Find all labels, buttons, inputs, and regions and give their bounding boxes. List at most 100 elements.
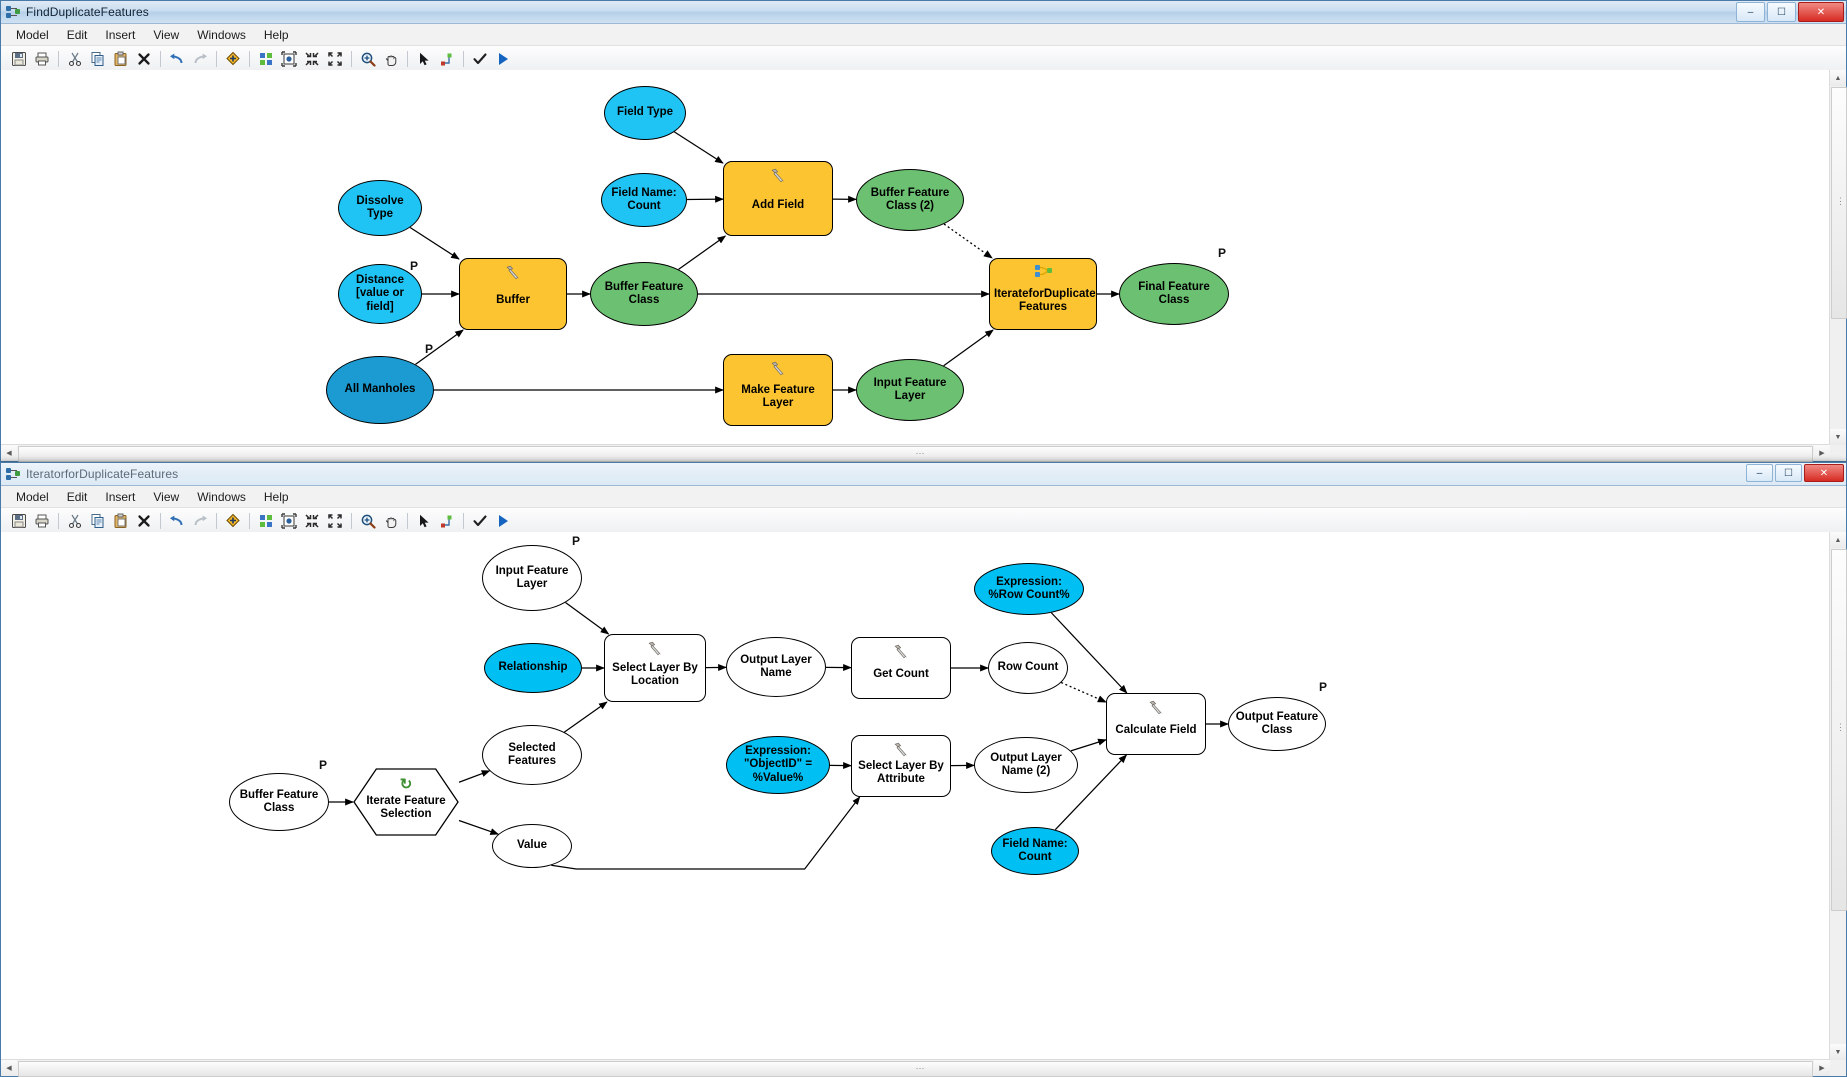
menu-help[interactable]: Help (255, 26, 298, 44)
vertical-scroll-thumb[interactable]: ⋮ (1831, 549, 1847, 911)
run-icon[interactable] (492, 48, 514, 69)
menu-edit[interactable]: Edit (58, 488, 97, 506)
vertical-scroll-thumb[interactable]: ⋮ (1831, 87, 1847, 319)
model-element-input_feature_layer[interactable]: Input Feature Layer (856, 359, 964, 421)
auto-layout-icon[interactable] (255, 510, 277, 531)
model-element-make_feature_layer[interactable]: Make Feature Layer (723, 354, 833, 426)
undo-icon[interactable] (166, 48, 188, 69)
delete-icon[interactable] (133, 48, 155, 69)
model-element-value[interactable]: Value (492, 824, 572, 868)
menu-model[interactable]: Model (7, 488, 58, 506)
model-element-get_count[interactable]: Get Count (851, 637, 951, 699)
close-button[interactable]: ✕ (1804, 464, 1844, 482)
model-element-buffer_fc_2[interactable]: Buffer Feature Class (2) (856, 169, 964, 231)
paste-icon[interactable] (110, 510, 132, 531)
model-element-relationship[interactable]: Relationship (484, 643, 582, 693)
minimize-button[interactable]: – (1746, 464, 1773, 482)
model-element-row_count[interactable]: Row Count (988, 642, 1068, 694)
vertical-scrollbar-bottom[interactable]: ▲ ⋮ ▼ (1829, 532, 1847, 1060)
scroll-right-button[interactable]: ▶ (1814, 1060, 1830, 1076)
select-icon[interactable] (413, 510, 435, 531)
menu-windows[interactable]: Windows (188, 488, 255, 506)
minimize-button[interactable]: – (1736, 2, 1765, 22)
save-icon[interactable] (8, 510, 30, 531)
menu-insert[interactable]: Insert (96, 26, 144, 44)
print-icon[interactable] (31, 510, 53, 531)
menu-bar-bottom[interactable]: Model Edit Insert View Windows Help (1, 486, 1846, 508)
menu-insert[interactable]: Insert (96, 488, 144, 506)
add-data-icon[interactable] (222, 510, 244, 531)
paste-icon[interactable] (110, 48, 132, 69)
model-canvas-bottom[interactable]: Input Feature Layer P Expression: %Row Cou… (1, 532, 1830, 1060)
menu-edit[interactable]: Edit (58, 26, 97, 44)
zoom-tool-icon[interactable] (357, 48, 379, 69)
connect-icon[interactable] (436, 48, 458, 69)
pan-icon[interactable] (380, 510, 402, 531)
model-element-output_feature_class[interactable]: Output Feature Class (1228, 697, 1326, 751)
horizontal-scroll-thumb[interactable]: ⋯ (18, 1061, 1813, 1077)
model-element-output_layer_name_2[interactable]: Output Layer Name (2) (974, 737, 1078, 793)
scroll-down-button[interactable]: ▼ (1830, 429, 1846, 445)
model-element-selected_features[interactable]: Selected Features (482, 725, 582, 785)
scroll-down-button[interactable]: ▼ (1830, 1044, 1846, 1060)
zoom-out-icon[interactable] (301, 48, 323, 69)
delete-icon[interactable] (133, 510, 155, 531)
title-bar-top[interactable]: FindDuplicateFeatures – ☐ ✕ (1, 1, 1846, 24)
undo-icon[interactable] (166, 510, 188, 531)
maximize-button[interactable]: ☐ (1775, 464, 1802, 482)
save-icon[interactable] (8, 48, 30, 69)
menu-windows[interactable]: Windows (188, 26, 255, 44)
model-element-field_name_count_b[interactable]: Field Name: Count (991, 827, 1079, 875)
full-extent-icon[interactable] (278, 48, 300, 69)
redo-icon[interactable] (189, 510, 211, 531)
scroll-up-button[interactable]: ▲ (1830, 532, 1846, 548)
window-controls-bottom[interactable]: – ☐ ✕ (1746, 464, 1844, 482)
scroll-up-button[interactable]: ▲ (1830, 70, 1846, 86)
run-icon[interactable] (492, 510, 514, 531)
model-element-select_by_location[interactable]: Select Layer By Location (604, 634, 706, 702)
menu-help[interactable]: Help (255, 488, 298, 506)
vertical-scrollbar-top[interactable]: ▲ ⋮ ▼ (1829, 70, 1847, 445)
window-iterator-for-duplicate-features[interactable]: IteratorforDuplicateFeatures – ☐ ✕ Model… (0, 462, 1847, 1077)
model-element-distance[interactable]: Distance [value or field] (338, 264, 422, 324)
model-element-all_manholes[interactable]: All Manholes (326, 356, 434, 424)
menu-model[interactable]: Model (7, 26, 58, 44)
menu-bar-top[interactable]: Model Edit Insert View Windows Help (1, 24, 1846, 46)
model-element-select_by_attribute[interactable]: Select Layer By Attribute (851, 735, 951, 797)
copy-icon[interactable] (87, 48, 109, 69)
model-element-input_feature_layer_b[interactable]: Input Feature Layer (482, 545, 582, 611)
horizontal-scrollbar-top[interactable]: ◀ ⋯ ▶ (1, 444, 1830, 462)
menu-view[interactable]: View (144, 26, 188, 44)
validate-icon[interactable] (469, 48, 491, 69)
scroll-right-button[interactable]: ▶ (1814, 445, 1830, 461)
print-icon[interactable] (31, 48, 53, 69)
copy-icon[interactable] (87, 510, 109, 531)
menu-view[interactable]: View (144, 488, 188, 506)
model-element-buffer_fc_b[interactable]: Buffer Feature Class (229, 773, 329, 831)
title-bar-bottom[interactable]: IteratorforDuplicateFeatures – ☐ ✕ (1, 463, 1846, 486)
zoom-in-icon[interactable] (324, 48, 346, 69)
model-element-expression_objectid[interactable]: Expression: "ObjectID" = %Value% (726, 736, 830, 794)
model-element-buffer_fc[interactable]: Buffer Feature Class (590, 262, 698, 326)
model-element-iterate_dup[interactable]: IterateforDuplicate Features (989, 258, 1097, 330)
maximize-button[interactable]: ☐ (1767, 2, 1796, 22)
model-element-calculate_field[interactable]: Calculate Field (1106, 693, 1206, 755)
auto-layout-icon[interactable] (255, 48, 277, 69)
cut-icon[interactable] (64, 48, 86, 69)
validate-icon[interactable] (469, 510, 491, 531)
zoom-in-icon[interactable] (324, 510, 346, 531)
horizontal-scrollbar-bottom[interactable]: ◀ ⋯ ▶ (1, 1059, 1830, 1077)
zoom-tool-icon[interactable] (357, 510, 379, 531)
connect-icon[interactable] (436, 510, 458, 531)
toolbar-bottom[interactable] (1, 508, 1846, 534)
close-button[interactable]: ✕ (1798, 2, 1844, 22)
window-find-duplicate-features[interactable]: FindDuplicateFeatures – ☐ ✕ Model Edit I… (0, 0, 1847, 462)
model-element-dissolve_type[interactable]: Dissolve Type (338, 180, 422, 236)
model-element-buffer[interactable]: Buffer (459, 258, 567, 330)
cut-icon[interactable] (64, 510, 86, 531)
redo-icon[interactable] (189, 48, 211, 69)
model-element-output_layer_name[interactable]: Output Layer Name (726, 637, 826, 697)
add-data-icon[interactable] (222, 48, 244, 69)
select-icon[interactable] (413, 48, 435, 69)
horizontal-scroll-thumb[interactable]: ⋯ (18, 446, 1813, 462)
